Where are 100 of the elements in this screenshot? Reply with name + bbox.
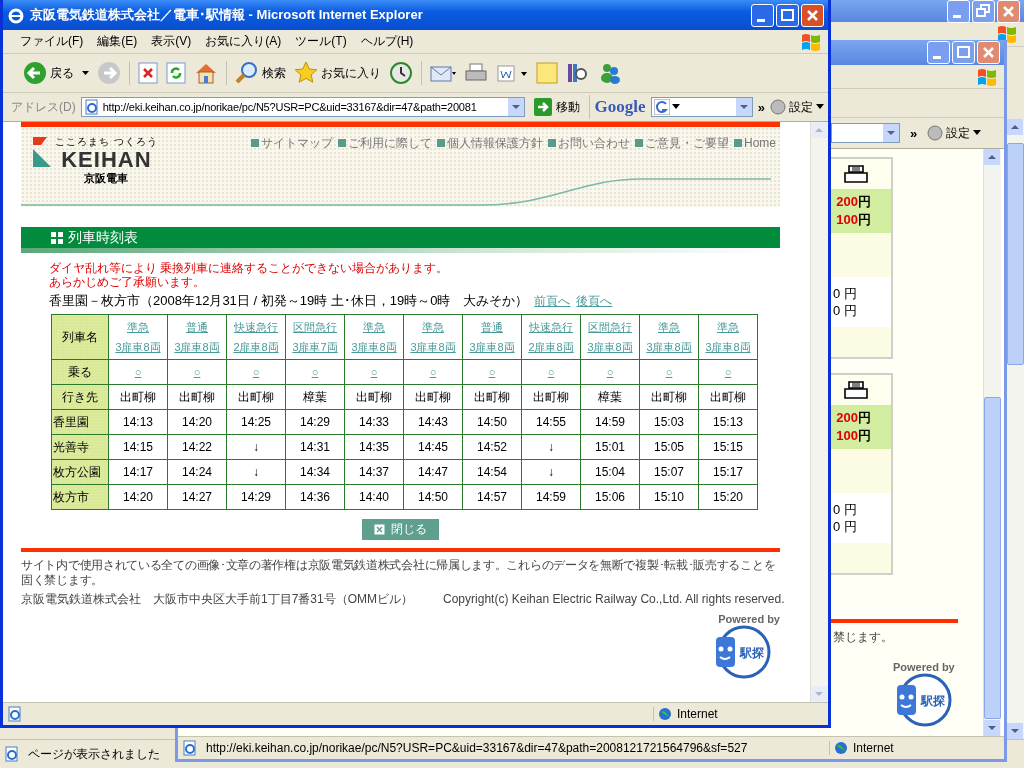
dropdown-arrow-icon[interactable]: [82, 70, 89, 76]
time-cell: 14:13: [108, 409, 168, 435]
edit-icon[interactable]: [496, 62, 528, 84]
favorites-button[interactable]: お気に入り: [294, 61, 381, 85]
close-button[interactable]: [977, 41, 1000, 64]
car-info-link[interactable]: 3扉車8両: [405, 337, 461, 357]
copyright-notice: 禁じます。: [833, 629, 893, 646]
address-field[interactable]: http://eki.keihan.co.jp/norikae/pc/N5?USR=PC&uid=33167&dir=47&path=20081: [80, 97, 525, 117]
car-info-link[interactable]: 3扉車8両: [641, 337, 697, 357]
car-info-link[interactable]: 3扉車8両: [464, 337, 520, 357]
printer-icon[interactable]: [843, 164, 869, 184]
time-cell: 14:47: [403, 459, 463, 485]
train-type-link[interactable]: 普通: [464, 317, 520, 337]
search-field[interactable]: [650, 97, 753, 117]
car-info-link[interactable]: 3扉車8両: [110, 337, 166, 357]
destination-cell: 出町柳: [698, 384, 758, 410]
time-cell: 14:15: [108, 434, 168, 460]
minimize-button[interactable]: [947, 0, 970, 23]
minimize-icon: [953, 14, 961, 18]
caret-icon: [816, 104, 824, 110]
train-type-link[interactable]: 区間急行: [287, 317, 343, 337]
train-type-link[interactable]: 準急: [110, 317, 166, 337]
menu-item[interactable]: ツール(T): [288, 31, 354, 52]
browser-logo-icon: [7, 6, 25, 24]
minimize-button[interactable]: [927, 41, 950, 64]
close-button[interactable]: [801, 3, 824, 27]
caret-icon: [973, 130, 982, 136]
refresh-icon[interactable]: [166, 62, 186, 84]
train-type-link[interactable]: 快速急行: [228, 317, 284, 337]
status-text: ページが表示されました: [28, 745, 160, 763]
train-type-link[interactable]: 準急: [405, 317, 461, 337]
train-type-link[interactable]: 普通: [169, 317, 225, 337]
search-button[interactable]: 検索: [235, 61, 286, 85]
train-type-link[interactable]: 準急: [346, 317, 402, 337]
header-link[interactable]: Home: [734, 135, 776, 151]
car-info-link[interactable]: 3扉車8両: [582, 337, 638, 357]
car-info-link[interactable]: 3扉車8両: [346, 337, 402, 357]
restore-button[interactable]: [972, 0, 995, 23]
go-button[interactable]: 移動: [533, 98, 580, 116]
menu-item[interactable]: ヘルプ(H): [353, 31, 421, 52]
time-cell: 14:50: [403, 484, 463, 510]
scroll-thumb[interactable]: [1007, 143, 1024, 365]
messenger-icon[interactable]: [598, 61, 622, 85]
close-button[interactable]: [997, 0, 1020, 23]
car-info-link[interactable]: 3扉車7両: [287, 337, 343, 357]
time-cell: 14:34: [285, 459, 345, 485]
minimize-button[interactable]: [751, 3, 774, 27]
page-icon: [83, 99, 100, 115]
more-button[interactable]: »: [757, 99, 765, 115]
header-link[interactable]: お問い合わせ: [548, 135, 630, 151]
car-info-link[interactable]: 3扉車8両: [169, 337, 225, 357]
menu-item[interactable]: 編集(E): [90, 31, 145, 52]
train-type-link[interactable]: 準急: [641, 317, 697, 337]
header-link[interactable]: 個人情報保護方針: [437, 135, 543, 151]
page-link[interactable]: 後頁へ: [576, 293, 613, 310]
arrow-icon: [533, 98, 552, 116]
close-page-button[interactable]: 閉じる: [362, 519, 439, 540]
history-icon[interactable]: [389, 61, 413, 85]
menu-item[interactable]: ファイル(F): [13, 31, 91, 52]
more-button[interactable]: »: [910, 125, 918, 141]
station-header: 光善寺: [51, 434, 109, 460]
time-cell: 15:15: [698, 434, 758, 460]
maximize-button[interactable]: [776, 3, 799, 27]
scroll-thumb[interactable]: [984, 397, 1001, 719]
keihan-logo[interactable]: こころまち つくろう KEIHAN 京阪電車: [31, 135, 158, 187]
settings-button[interactable]: 設定: [927, 124, 982, 142]
car-info-link[interactable]: 3扉車8両: [700, 337, 756, 357]
dropdown-field[interactable]: [831, 123, 900, 143]
train-type-link[interactable]: 快速急行: [523, 317, 579, 337]
status-url: http://eki.keihan.co.jp/norikae/pc/N5?USR=PC&uid=33167&dir=47&path=2008121721564796&sf=527: [206, 741, 748, 755]
menu-item[interactable]: お気に入り(A): [198, 31, 289, 52]
car-info-link[interactable]: 2扉車8両: [228, 337, 284, 357]
fare-amount: 0 円: [833, 285, 857, 302]
home-icon[interactable]: [194, 62, 218, 84]
header-link[interactable]: ご意見・ご要望: [635, 135, 729, 151]
car-info-link[interactable]: 2扉車8両: [523, 337, 579, 357]
settings-button[interactable]: 設定: [770, 98, 824, 116]
maximize-button[interactable]: [952, 41, 975, 64]
back-button[interactable]: 戻る: [23, 61, 74, 85]
header-link[interactable]: サイトマップ: [251, 135, 333, 151]
destination-cell: 出町柳: [639, 384, 699, 410]
caret-icon[interactable]: [671, 104, 680, 110]
destination-cell: 出町柳: [167, 384, 227, 410]
time-cell: 14:31: [285, 434, 345, 460]
time-cell: 14:50: [462, 409, 522, 435]
time-cell: 15:05: [639, 434, 699, 460]
search-icon: [235, 61, 259, 85]
globe-icon: [834, 741, 848, 755]
stop-icon[interactable]: [138, 62, 158, 84]
fare-amount: 100円: [836, 427, 871, 445]
train-mascot-logo[interactable]: 駅探: [714, 625, 772, 679]
train-type-link[interactable]: 準急: [700, 317, 756, 337]
header-link[interactable]: ご利用に際して: [338, 135, 432, 151]
menu-item[interactable]: 表示(V): [144, 31, 199, 52]
train-type-link[interactable]: 区間急行: [582, 317, 638, 337]
research-icon[interactable]: [566, 61, 590, 85]
page-link[interactable]: 前頁へ: [534, 293, 571, 310]
printer-icon[interactable]: [843, 380, 869, 400]
copyright-text: Copyright(c) Keihan Electric Railway Co.,Ltd. All rights reserved.: [443, 592, 785, 607]
notice-text: ダイヤ乱れ等により 乗換列車に連絡することができない場合があります。: [49, 261, 450, 275]
